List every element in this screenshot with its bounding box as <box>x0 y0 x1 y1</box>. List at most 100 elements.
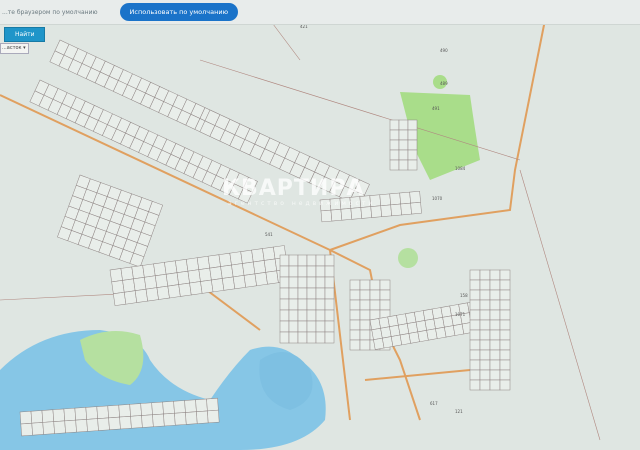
parcel[interactable] <box>120 266 134 281</box>
parcel[interactable] <box>349 309 361 321</box>
parcel[interactable] <box>164 260 178 275</box>
parcel[interactable] <box>349 289 361 301</box>
parcel[interactable] <box>221 276 236 291</box>
parcel[interactable] <box>251 248 265 263</box>
parcel[interactable] <box>53 420 66 434</box>
parcel[interactable] <box>195 398 208 412</box>
parcel[interactable] <box>315 309 326 322</box>
parcel[interactable] <box>113 291 127 306</box>
parcel[interactable] <box>315 331 326 344</box>
parcel[interactable] <box>187 269 201 284</box>
parcel[interactable] <box>297 331 308 344</box>
parcel[interactable] <box>398 159 409 171</box>
parcel[interactable] <box>288 254 299 267</box>
parcel[interactable] <box>479 359 491 371</box>
parcel[interactable] <box>389 159 400 171</box>
parcel[interactable] <box>324 331 335 344</box>
parcel[interactable] <box>240 249 254 264</box>
parcel[interactable] <box>479 289 491 301</box>
parcel[interactable] <box>489 299 501 311</box>
parcel[interactable] <box>398 119 409 131</box>
parcel[interactable] <box>499 269 511 281</box>
parcel[interactable] <box>207 254 221 269</box>
parcel[interactable] <box>140 402 153 416</box>
parcel[interactable] <box>489 309 501 321</box>
parcel[interactable] <box>479 379 491 391</box>
parcel[interactable] <box>489 289 501 301</box>
parcel[interactable] <box>469 319 481 331</box>
parcel[interactable] <box>175 259 189 273</box>
parcel[interactable] <box>369 289 381 301</box>
parcel[interactable] <box>315 276 326 289</box>
parcel[interactable] <box>109 268 123 283</box>
parcel[interactable] <box>279 331 290 344</box>
parcel[interactable] <box>350 207 363 220</box>
object-type-select[interactable]: ...асток ▾ <box>0 43 29 54</box>
parcel[interactable] <box>469 269 481 281</box>
parcel[interactable] <box>306 276 317 289</box>
parcel[interactable] <box>489 339 501 351</box>
parcel[interactable] <box>306 320 317 333</box>
parcel[interactable] <box>499 339 511 351</box>
parcel[interactable] <box>469 379 481 391</box>
parcel[interactable] <box>407 129 418 141</box>
parcel[interactable] <box>184 399 197 413</box>
parcel[interactable] <box>279 254 290 267</box>
parcel[interactable] <box>399 191 411 205</box>
parcel[interactable] <box>96 405 109 419</box>
parcel[interactable] <box>297 254 308 267</box>
parcel[interactable] <box>479 319 491 331</box>
parcel[interactable] <box>398 129 409 141</box>
use-default-button[interactable]: Использовать по умолчанию <box>119 3 239 21</box>
parcel[interactable] <box>489 379 501 391</box>
parcel[interactable] <box>288 298 299 311</box>
parcel[interactable] <box>324 276 335 289</box>
parcel[interactable] <box>359 289 371 301</box>
parcel[interactable] <box>297 309 308 322</box>
parcel[interactable] <box>499 359 511 371</box>
parcel[interactable] <box>306 254 317 267</box>
parcel[interactable] <box>499 349 511 361</box>
parcel[interactable] <box>369 279 381 291</box>
parcel[interactable] <box>407 139 418 151</box>
parcel[interactable] <box>349 299 361 311</box>
parcel[interactable] <box>288 309 299 322</box>
parcel[interactable] <box>389 192 401 206</box>
parcel[interactable] <box>359 279 371 291</box>
parcel[interactable] <box>196 410 209 424</box>
parcel[interactable] <box>359 339 371 351</box>
parcel[interactable] <box>206 397 219 412</box>
parcel[interactable] <box>85 406 98 420</box>
parcel[interactable] <box>97 417 110 431</box>
parcel[interactable] <box>469 299 481 311</box>
parcel[interactable] <box>469 289 481 301</box>
parcel[interactable] <box>178 282 192 297</box>
parcel[interactable] <box>279 309 290 322</box>
parcel[interactable] <box>359 309 371 321</box>
parcel[interactable] <box>315 254 326 267</box>
parcel[interactable] <box>398 139 409 151</box>
parcel[interactable] <box>108 416 121 431</box>
parcel[interactable] <box>469 369 481 381</box>
parcel[interactable] <box>254 272 268 287</box>
cadastral-map[interactable]: 421490489491108410705411581071121617 <box>0 0 640 450</box>
parcel[interactable] <box>133 277 147 291</box>
parcel[interactable] <box>499 319 511 331</box>
parcel[interactable] <box>390 203 402 217</box>
parcel[interactable] <box>144 275 158 290</box>
parcel[interactable] <box>407 119 418 131</box>
parcel[interactable] <box>167 284 181 299</box>
parcel[interactable] <box>489 359 501 371</box>
parcel[interactable] <box>469 359 481 371</box>
parcel[interactable] <box>479 309 491 321</box>
parcel[interactable] <box>297 298 308 311</box>
parcel[interactable] <box>306 265 317 278</box>
parcel[interactable] <box>165 272 179 287</box>
parcel[interactable] <box>242 261 256 276</box>
parcel[interactable] <box>131 265 145 280</box>
parcel[interactable] <box>229 251 243 266</box>
parcel[interactable] <box>262 246 276 261</box>
parcel[interactable] <box>220 264 234 279</box>
parcel[interactable] <box>349 279 361 291</box>
parcel[interactable] <box>218 252 232 267</box>
